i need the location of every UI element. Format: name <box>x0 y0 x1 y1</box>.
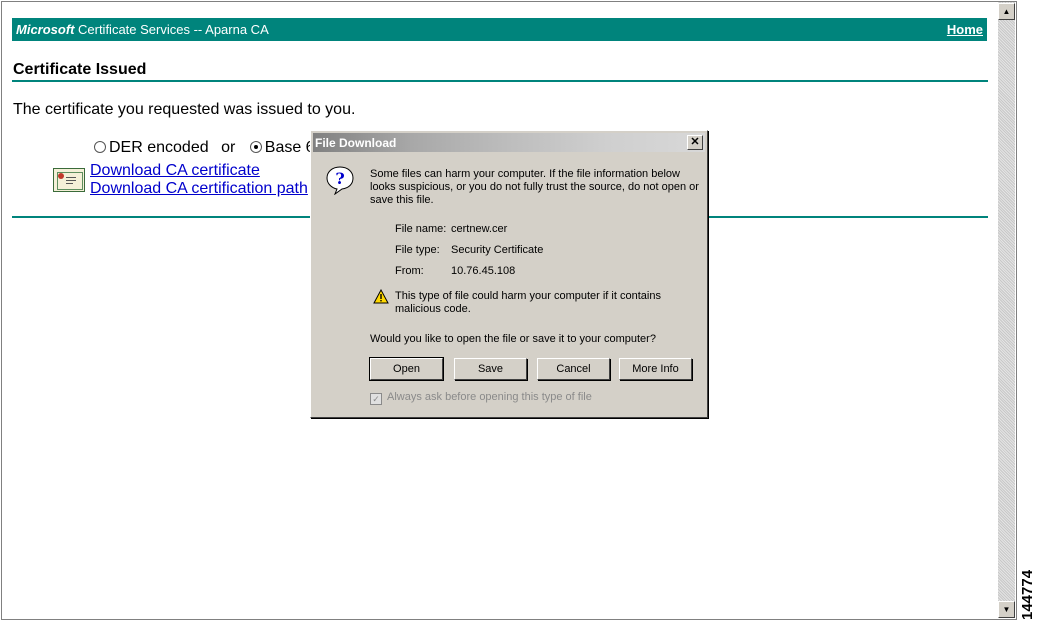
always-ask-option: ✓ Always ask before opening this type of … <box>370 391 592 405</box>
figure-number: 144774 <box>1019 569 1036 620</box>
download-ca-chain-link[interactable]: Download CA certification path <box>90 180 308 198</box>
vertical-scrollbar[interactable]: ▲ ▼ <box>998 2 1015 618</box>
scroll-down-arrow-icon[interactable]: ▼ <box>998 601 1015 618</box>
file-name-label: File name: <box>395 223 447 235</box>
close-icon[interactable]: ✕ <box>687 135 703 150</box>
more-info-button[interactable]: More Info <box>619 358 692 380</box>
cancel-button[interactable]: Cancel <box>537 358 610 380</box>
der-radio[interactable] <box>94 141 106 153</box>
scroll-up-arrow-icon[interactable]: ▲ <box>998 3 1015 20</box>
from-label: From: <box>395 265 424 277</box>
divider <box>12 80 988 82</box>
or-text: or <box>221 139 236 156</box>
dialog-warning-paragraph: Some files can harm your computer. If th… <box>370 168 699 206</box>
header-title: Certificate Services -- Aparna CA <box>78 22 269 37</box>
home-link[interactable]: Home <box>947 22 983 37</box>
dialog-question: Would you like to open the file or save … <box>370 333 656 345</box>
file-type-value: Security Certificate <box>451 244 544 256</box>
warning-icon <box>373 289 389 304</box>
encoding-options: DER encoded or Base 64 <box>94 139 323 157</box>
der-label: DER encoded <box>109 139 209 156</box>
question-icon: ? <box>326 166 354 195</box>
file-download-dialog: File Download ✕ ? Some files can harm yo… <box>310 130 708 418</box>
dialog-titlebar[interactable]: File Download ✕ <box>313 133 705 152</box>
from-value: 10.76.45.108 <box>451 265 516 277</box>
download-ca-certificate-link[interactable]: Download CA certificate <box>90 162 260 180</box>
always-ask-checkbox[interactable]: ✓ <box>370 393 382 405</box>
file-name-value: certnew.cer <box>451 223 508 235</box>
dialog-title: File Download <box>315 136 397 150</box>
page-header-bar: Microsoft Certificate Services -- Aparna… <box>12 18 987 41</box>
svg-text:?: ? <box>335 169 344 188</box>
issued-message: The certificate you requested was issued… <box>13 101 356 118</box>
header-brand: Microsoft <box>16 22 75 37</box>
file-type-label: File type: <box>395 244 440 256</box>
harm-warning-text: This type of file could harm your comput… <box>395 290 661 315</box>
certificate-icon <box>53 168 85 192</box>
save-button[interactable]: Save <box>454 358 527 380</box>
open-button[interactable]: Open <box>369 357 444 381</box>
page-title: Certificate Issued <box>13 61 147 78</box>
always-ask-label: Always ask before opening this type of f… <box>387 391 592 403</box>
base64-radio[interactable] <box>249 141 262 153</box>
